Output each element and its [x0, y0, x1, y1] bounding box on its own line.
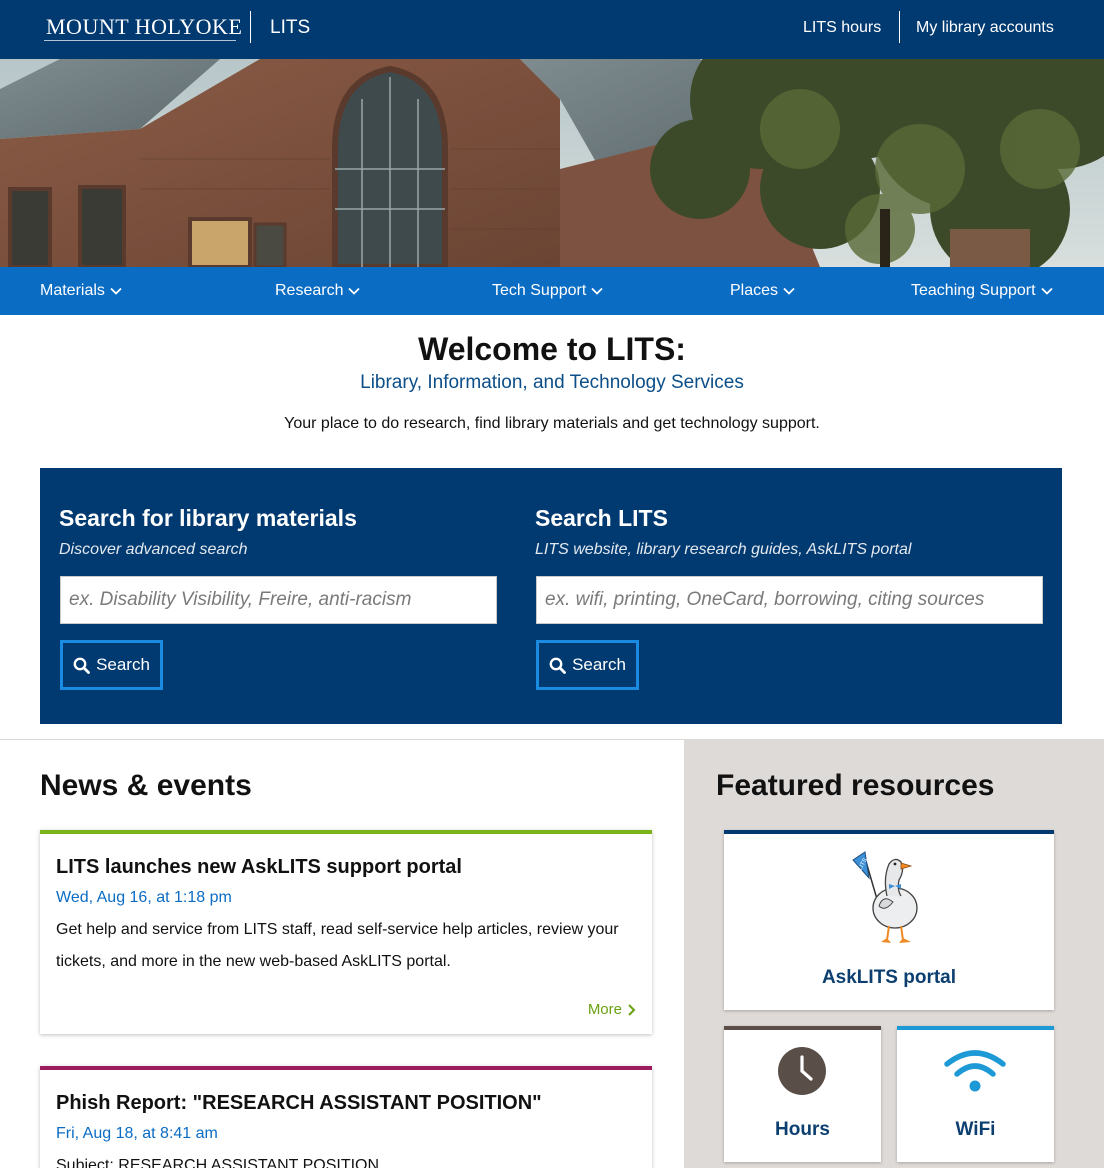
news-card: Phish Report: "RESEARCH ASSISTANT POSITI…	[40, 1066, 652, 1168]
library-search-button[interactable]: Search	[60, 640, 163, 690]
news-card-accent	[40, 830, 652, 834]
lits-search-input[interactable]	[536, 576, 1043, 624]
more-label: More	[587, 1001, 622, 1018]
news-title-link[interactable]: Phish Report: "RESEARCH ASSISTANT POSITI…	[56, 1090, 542, 1116]
nav-item-materials[interactable]: Materials	[40, 281, 123, 301]
main-navigation: Materials Research Tech Support Places T…	[0, 267, 1104, 315]
nav-item-research[interactable]: Research	[275, 281, 361, 301]
nav-item-label: Research	[275, 282, 344, 299]
news-card: LITS launches new AskLITS support portal…	[40, 830, 652, 1034]
news-more-link[interactable]: More	[588, 1000, 636, 1020]
wifi-card[interactable]: WiFi	[897, 1026, 1054, 1162]
nav-item-places[interactable]: Places	[730, 281, 796, 301]
hours-label: Hours	[775, 1119, 830, 1140]
card-accent	[724, 830, 1054, 834]
search-button-label: Search	[572, 655, 626, 674]
nav-item-label: Places	[730, 282, 779, 299]
page-title: Welcome to LITS:	[418, 331, 686, 367]
news-body: Get help and service from LITS staff, re…	[56, 921, 619, 970]
search-icon	[549, 657, 566, 674]
lits-hours-link[interactable]: LITS hours	[803, 18, 881, 38]
news-title-link[interactable]: LITS launches new AskLITS support portal	[56, 854, 462, 880]
wifi-label: WiFi	[955, 1119, 996, 1140]
mount-holyoke-logo[interactable]: MOUNT HOLYOKE	[46, 12, 242, 42]
news-heading: News & events	[40, 769, 252, 802]
goose-mascot-icon: LITS	[852, 851, 918, 943]
chevron-down-icon	[1040, 287, 1053, 295]
search-button-label: Search	[96, 655, 150, 674]
chevron-right-icon	[628, 1004, 636, 1016]
card-accent	[724, 1026, 881, 1030]
news-card-accent	[40, 1066, 652, 1070]
site-name-link[interactable]: LITS	[270, 16, 310, 40]
clock-icon	[778, 1047, 826, 1095]
my-library-accounts-link[interactable]: My library accounts	[916, 18, 1054, 38]
lits-search-button[interactable]: Search	[536, 640, 639, 690]
news-body: Subject: RESEARCH ASSISTANT POSITION	[56, 1157, 380, 1168]
chevron-down-icon	[783, 287, 795, 295]
chevron-down-icon	[110, 287, 122, 295]
header-divider	[250, 11, 251, 43]
site-header: MOUNT HOLYOKE LITS LITS hours My library…	[0, 0, 1104, 59]
lits-search-title: Search LITS	[535, 505, 668, 531]
hours-card[interactable]: Hours	[724, 1026, 881, 1162]
search-icon	[73, 657, 90, 674]
wifi-icon	[944, 1050, 1006, 1092]
page-description: Your place to do research, find library …	[284, 415, 820, 432]
utility-divider	[899, 11, 900, 43]
news-date: Fri, Aug 18, at 8:41 am	[56, 1125, 218, 1142]
lits-search-hint: LITS website, library research guides, A…	[535, 541, 912, 558]
advanced-search-link[interactable]: Discover advanced search	[59, 540, 248, 560]
library-search-input[interactable]	[60, 576, 497, 624]
featured-heading: Featured resources	[716, 769, 995, 802]
chevron-down-icon	[348, 287, 361, 295]
nav-item-label: Teaching Support	[911, 282, 1036, 299]
library-search-title: Search for library materials	[59, 505, 357, 531]
nav-item-tech-support[interactable]: Tech Support	[492, 281, 604, 301]
logo-underline	[44, 40, 236, 41]
page-subtitle: Library, Information, and Technology Ser…	[360, 372, 744, 393]
nav-item-label: Materials	[40, 282, 105, 299]
chevron-down-icon	[591, 287, 603, 295]
news-date: Wed, Aug 16, at 1:18 pm	[56, 889, 232, 906]
asklits-portal-label: AskLITS portal	[821, 967, 957, 988]
card-accent	[897, 1026, 1054, 1030]
hero-image	[0, 59, 1104, 267]
nav-item-teaching-support[interactable]: Teaching Support	[911, 281, 1054, 301]
asklits-portal-card[interactable]: LITS AskLITS portal	[724, 830, 1054, 1010]
search-panel: Search for library materials Discover ad…	[40, 468, 1062, 724]
nav-item-label: Tech Support	[492, 282, 587, 299]
